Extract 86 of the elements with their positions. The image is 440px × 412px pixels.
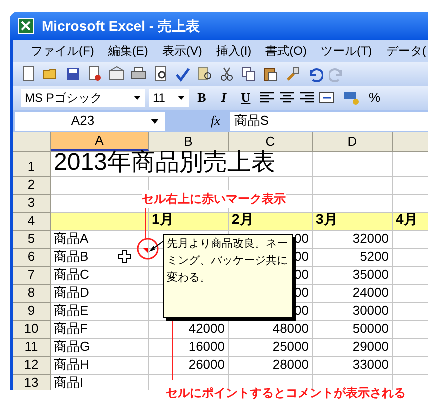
row-header[interactable]: 7 [13,267,51,285]
table-cell: 商品H [51,357,149,375]
row-header[interactable]: 4 [13,213,51,231]
column-header[interactable]: A [51,132,149,151]
new-document-icon[interactable] [21,66,37,82]
table-cell: 33000 [313,357,393,375]
paintbrush-icon[interactable] [285,66,301,82]
row-header[interactable]: 8 [13,285,51,303]
cross-cursor-icon [118,250,131,263]
table-cell: 30000 [313,303,393,321]
permission-icon[interactable] [87,66,103,82]
row-header[interactable]: 1 [13,152,51,177]
underline-button[interactable]: U [237,88,255,108]
table-cell: 商品C [51,267,149,285]
currency-icon[interactable] [343,90,361,106]
print-icon[interactable] [131,66,147,82]
menu-item[interactable]: データ( [386,42,426,60]
print-preview-icon[interactable] [153,66,169,82]
table-cell: 商品B [51,249,149,267]
table-cell: 42000 [149,321,229,339]
menu-item[interactable]: 編集(E) [108,42,148,60]
menu-item[interactable]: ファイル(F) [31,42,94,60]
comment-pointer-arrow [149,241,164,252]
font-size-dropdown[interactable]: 11 [149,89,189,107]
table-cell: 商品D [51,285,149,303]
table-cell: 2月 [229,213,313,231]
font-dropdown[interactable]: MS Pゴシック [21,89,145,107]
research-icon[interactable] [197,66,213,82]
table-cell: 商品E [51,303,149,321]
insert-function-button[interactable]: fx [211,111,220,131]
row-header[interactable]: 11 [13,339,51,357]
annotation-text: セル右上に赤いマーク表示 [142,190,286,208]
row-header[interactable]: 10 [13,321,51,339]
menu-item[interactable]: 挿入(I) [216,42,252,60]
dropdown-arrow-icon[interactable] [178,96,185,100]
scissors-icon[interactable] [219,66,235,82]
window-title: Microsoft Excel - 売上表 [42,16,200,36]
leader-line [172,320,174,380]
bold-button[interactable]: B [193,88,211,108]
table-cell: 50000 [313,321,393,339]
table-cell: 28000 [229,357,313,375]
cell-corner-marker-icon [143,248,148,253]
name-box[interactable]: A23 [15,112,165,130]
row-header[interactable]: 13 [13,375,51,390]
row-header[interactable]: 6 [13,249,51,267]
row-header[interactable]: 2 [13,177,51,195]
row-header[interactable]: 12 [13,357,51,375]
table-cell: 35000 [313,267,393,285]
undo-icon[interactable] [307,66,323,82]
comment-box: 先月より商品改良。ネーミング、パッケージ共に変わる。 [163,234,293,318]
table-cell: 26000 [149,357,229,375]
percent-button[interactable]: % [369,88,381,108]
table-cell: 16000 [149,339,229,357]
table-cell: 商品G [51,339,149,357]
copy-icon[interactable] [241,66,257,82]
sheet-title: 2013年商品別売上表 [51,152,313,177]
italic-button[interactable]: I [215,88,233,108]
table-cell: 4月 [393,213,428,231]
menu-item[interactable]: 表示(V) [162,42,202,60]
table-cell: 48000 [229,321,313,339]
row-header[interactable]: 9 [13,303,51,321]
table-cell: 25000 [229,339,313,357]
menu-item[interactable]: ツール(T) [320,42,372,60]
table-cell: 29000 [313,339,393,357]
annotation-text: セルにポイントするとコメントが表示される [166,385,406,402]
table-cell: 3月 [313,213,393,231]
table-cell: 32000 [313,231,393,249]
table-cell: 商品A [51,231,149,249]
dropdown-arrow-icon[interactable] [151,118,159,124]
table-cell: 1月 [149,213,229,231]
table-cell: 5200 [313,249,393,267]
table-cell: 商品F [51,321,149,339]
highlight-circle [137,238,159,260]
save-icon[interactable] [65,66,81,82]
merge-center-icon[interactable] [319,90,335,106]
row-header[interactable]: 3 [13,195,51,213]
dropdown-arrow-icon[interactable] [134,96,141,100]
table-cell: 商品I [51,375,149,390]
spellcheck-icon[interactable] [175,66,191,82]
table-cell: 24000 [313,285,393,303]
mail-icon[interactable] [109,66,125,82]
row-header[interactable]: 5 [13,231,51,249]
clipboard-icon[interactable] [263,66,279,82]
menu-item[interactable]: 書式(O) [266,42,307,60]
formula-field[interactable]: 商品S [230,112,428,130]
spreadsheet-icon [18,18,34,34]
